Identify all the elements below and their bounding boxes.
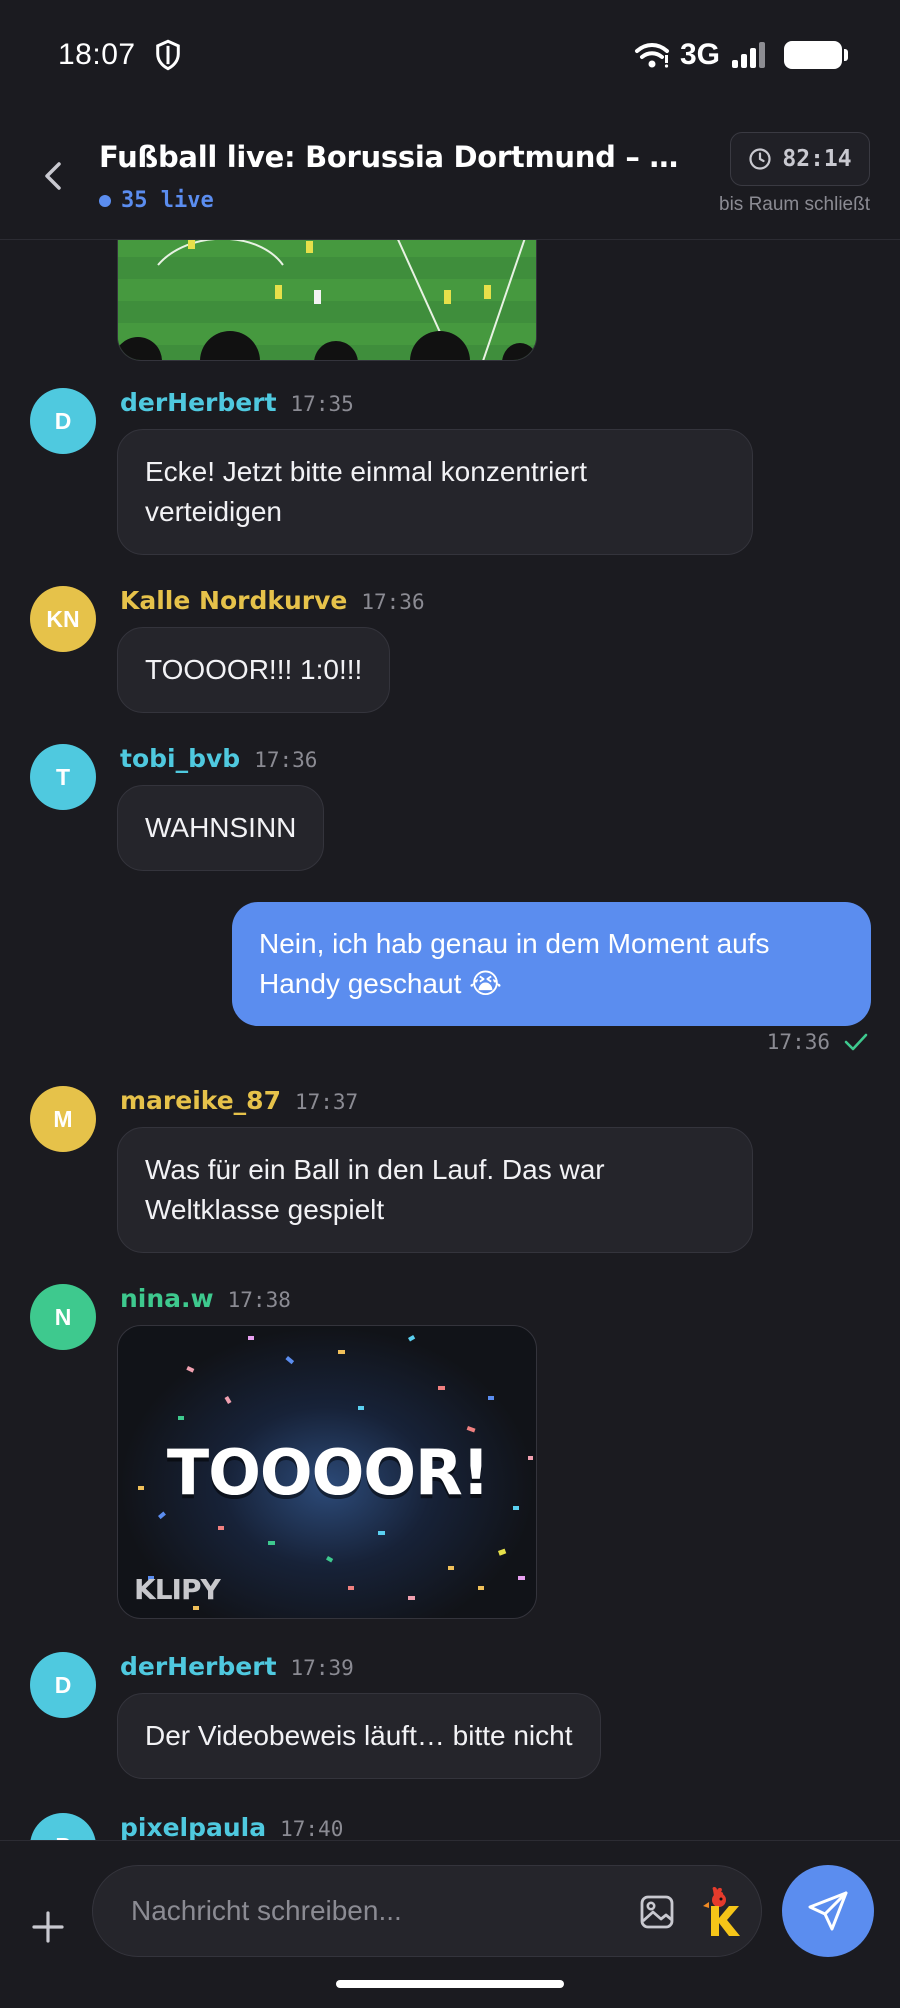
message-time: 17:38 xyxy=(227,1288,291,1312)
chat-header: Fußball live: Borussia Dortmund – RB L..… xyxy=(0,110,900,240)
message-time: 17:36 xyxy=(254,748,318,772)
avatar[interactable]: D xyxy=(30,388,96,454)
own-message-meta: 17:36 xyxy=(767,1030,868,1054)
back-arrow-icon[interactable] xyxy=(38,158,68,194)
message-time: 17:36 xyxy=(766,1030,830,1054)
message-bubble[interactable]: TOOOOR!!! 1:0!!! xyxy=(117,627,391,713)
plus-icon[interactable] xyxy=(30,1909,66,1945)
username-text: nina.w xyxy=(120,1284,214,1313)
username-text: derHerbert xyxy=(120,388,277,417)
timer-value: 82:14 xyxy=(782,146,852,172)
live-count: 35 live xyxy=(99,188,214,213)
username-text: mareike_87 xyxy=(120,1086,281,1115)
message-username[interactable]: derHerbert 17:39 xyxy=(120,1652,354,1681)
message-text-line: Handy geschaut 😭 xyxy=(259,968,502,999)
message-input-wrapper xyxy=(92,1865,762,1957)
status-bar: 18:07 3G xyxy=(0,0,900,110)
message-username[interactable]: derHerbert 17:35 xyxy=(120,388,354,417)
room-title: Fußball live: Borussia Dortmund – RB L..… xyxy=(99,140,699,174)
message-time: 17:35 xyxy=(290,392,354,416)
message-bubble[interactable]: Ecke! Jetzt bitte einmal konzentriert ve… xyxy=(117,429,753,555)
message-username[interactable]: mareike_87 17:37 xyxy=(120,1086,358,1115)
klipy-icon[interactable] xyxy=(699,1886,743,1938)
network-type: 3G xyxy=(679,38,720,71)
avatar[interactable]: T xyxy=(30,744,96,810)
message-text-line: Nein, ich hab genau in dem Moment aufs xyxy=(259,928,770,959)
gif-caption: TOOOOR! xyxy=(166,1436,490,1509)
message-text: WAHNSINN xyxy=(145,812,297,843)
message-username[interactable]: nina.w 17:38 xyxy=(120,1284,291,1313)
send-button[interactable] xyxy=(782,1865,874,1957)
message-text: TOOOOR!!! 1:0!!! xyxy=(145,654,363,685)
message-input[interactable] xyxy=(131,1866,591,1956)
signal-icon xyxy=(732,42,765,68)
message-text-line: Ecke! Jetzt bitte einmal konzentriert xyxy=(145,456,587,487)
avatar[interactable]: D xyxy=(30,1652,96,1718)
live-count-label: 35 live xyxy=(121,188,214,213)
message-text-line: Was für ein Ball in den Lauf. Das war xyxy=(145,1154,605,1185)
username-text: Kalle Nordkurve xyxy=(120,586,348,615)
clock-icon xyxy=(749,148,771,170)
send-icon xyxy=(808,1891,848,1931)
message-time: 17:37 xyxy=(294,1090,359,1114)
message-bubble[interactable]: WAHNSINN xyxy=(117,785,325,871)
message-text-line: verteidigen xyxy=(145,496,282,527)
message-bubble[interactable]: Der Videobeweis läuft… bitte nicht xyxy=(117,1693,601,1779)
status-time: 18:07 xyxy=(58,38,136,71)
image-icon[interactable] xyxy=(639,1894,675,1930)
message-time: 17:40 xyxy=(280,1817,344,1840)
message-username[interactable]: tobi_bvb 17:36 xyxy=(120,744,317,773)
message-time: 17:36 xyxy=(361,590,425,614)
own-message-bubble[interactable]: Nein, ich hab genau in dem Moment aufs H… xyxy=(232,902,871,1026)
check-icon xyxy=(844,1033,868,1051)
message-text-line: Weltklasse gespielt xyxy=(145,1194,385,1225)
battery-icon xyxy=(784,41,848,69)
avatar[interactable]: KN xyxy=(30,586,96,652)
room-timer[interactable]: 82:14 xyxy=(730,132,870,186)
message-time: 17:39 xyxy=(290,1656,354,1680)
live-dot-icon xyxy=(99,194,111,207)
shield-icon xyxy=(155,39,180,71)
match-image[interactable] xyxy=(117,240,537,361)
avatar[interactable]: P xyxy=(30,1813,96,1840)
home-indicator[interactable] xyxy=(336,1980,564,1988)
wifi-icon xyxy=(634,43,669,68)
avatar[interactable]: M xyxy=(30,1086,96,1152)
klipy-watermark: KLIPY xyxy=(134,1573,221,1606)
username-text: derHerbert xyxy=(120,1652,277,1681)
username-text: pixelpaula xyxy=(120,1813,267,1840)
message-text: Der Videobeweis läuft… bitte nicht xyxy=(145,1720,573,1751)
message-username[interactable]: pixelpaula 17:40 xyxy=(120,1813,343,1840)
gif-message[interactable]: TOOOOR! KLIPY xyxy=(117,1325,537,1619)
message-bubble[interactable]: Was für ein Ball in den Lauf. Das war We… xyxy=(117,1127,753,1253)
message-username[interactable]: Kalle Nordkurve 17:36 xyxy=(120,586,425,615)
message-list[interactable]: D derHerbert 17:35 Ecke! Jetzt bitte einm… xyxy=(0,240,900,1840)
message-composer xyxy=(0,1840,900,2008)
username-text: tobi_bvb xyxy=(120,744,241,773)
avatar[interactable]: N xyxy=(30,1284,96,1350)
timer-caption: bis Raum schließt xyxy=(719,194,870,215)
